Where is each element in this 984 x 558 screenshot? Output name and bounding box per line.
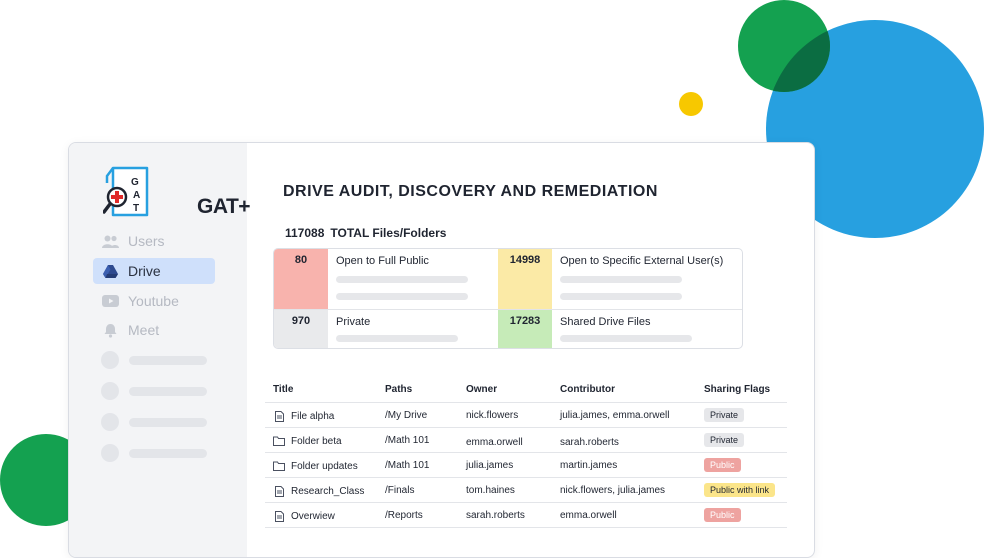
youtube-icon (101, 292, 119, 310)
column-header-title[interactable]: Title (273, 384, 293, 395)
decor-yellow-dot (679, 92, 703, 116)
placeholder-bar (560, 335, 692, 342)
stats-panel: 80 Open to Full Public 14998 Open to Spe… (273, 248, 743, 349)
file-icon (273, 410, 285, 422)
sidebar-item-users[interactable]: Users (93, 228, 215, 254)
column-header-contributor[interactable]: Contributor (560, 384, 615, 395)
row-contributor: sarah.roberts (560, 437, 619, 448)
sidebar-item-label: Meet (128, 322, 160, 338)
stat-shared-drive[interactable]: 17283 Shared Drive Files (498, 310, 742, 348)
sidebar-item-label: Drive (128, 263, 161, 279)
row-owner: tom.haines (466, 485, 515, 496)
file-icon (273, 485, 285, 497)
sidebar-item-youtube[interactable]: Youtube (93, 288, 215, 314)
row-path: /Math 101 (385, 460, 430, 471)
gat-logo: G A T GAT+ (102, 165, 251, 219)
sidebar-placeholder (101, 413, 207, 431)
sidebar: G A T GAT+ Users Drive Youtube Meet (69, 143, 251, 557)
column-header-owner[interactable]: Owner (466, 384, 497, 395)
logo-letter-g: G (131, 177, 139, 188)
row-title: Folder updates (273, 460, 358, 472)
stat-value: 17283 (498, 310, 552, 348)
row-title: Research_Class (273, 485, 364, 497)
stat-value: 970 (274, 310, 328, 348)
sidebar-item-label: Users (128, 233, 165, 249)
main-content: DRIVE AUDIT, DISCOVERY AND REMEDIATION 1… (247, 143, 814, 557)
column-header-paths[interactable]: Paths (385, 384, 412, 395)
row-owner: nick.flowers (466, 410, 519, 421)
sharing-flag-badge: Private (704, 433, 745, 447)
folder-icon (273, 460, 285, 472)
file-icon (273, 510, 285, 522)
users-icon (101, 232, 119, 250)
table-row[interactable]: Research_Class /Finals tom.haines nick.f… (265, 477, 787, 502)
column-header-sharing-flags[interactable]: Sharing Flags (704, 384, 770, 395)
row-contributor: emma.orwell (560, 510, 617, 521)
logo-letter-a: A (133, 190, 140, 201)
drive-icon (101, 262, 119, 280)
stat-private[interactable]: 970 Private (274, 310, 498, 348)
total-label: TOTAL Files/Folders (330, 226, 447, 240)
sidebar-placeholder (101, 382, 207, 400)
stat-value: 80 (274, 249, 328, 309)
row-title: Overwiew (273, 510, 335, 522)
row-owner: sarah.roberts (466, 510, 525, 521)
table-row[interactable]: Overwiew /Reports sarah.roberts emma.orw… (265, 502, 787, 527)
table-row[interactable]: Folder beta /Math 101 emma.orwell sarah.… (265, 427, 787, 452)
stat-open-external[interactable]: 14998 Open to Specific External User(s) (498, 249, 742, 309)
stat-label: Private (336, 316, 371, 328)
stat-value: 14998 (498, 249, 552, 309)
app-window: G A T GAT+ Users Drive Youtube Meet DRIV… (68, 142, 815, 558)
row-path: /Reports (385, 510, 423, 521)
row-contributor: nick.flowers, julia.james (560, 485, 666, 496)
row-title: Folder beta (273, 435, 342, 447)
table-bottom-border (265, 527, 787, 528)
row-contributor: julia.james, emma.orwell (560, 410, 670, 421)
placeholder-bar (560, 276, 682, 283)
total-count: 117088 (285, 226, 325, 240)
row-path: /Math 101 (385, 435, 430, 446)
stat-label: Shared Drive Files (560, 316, 651, 328)
sidebar-placeholder (101, 444, 207, 462)
stat-label: Open to Full Public (336, 255, 429, 267)
sharing-flag-badge: Public with link (704, 483, 776, 497)
logo-letter-t: T (133, 203, 139, 214)
meet-icon (101, 321, 119, 339)
sharing-flag-badge: Private (704, 408, 745, 422)
sidebar-item-drive[interactable]: Drive (93, 258, 215, 284)
sidebar-item-meet[interactable]: Meet (93, 317, 215, 343)
gat-logo-icon: G A T (102, 166, 149, 217)
page-title: DRIVE AUDIT, DISCOVERY AND REMEDIATION (283, 183, 658, 200)
row-title: File alpha (273, 410, 334, 422)
sidebar-placeholder (101, 351, 207, 369)
table-row[interactable]: Folder updates /Math 101 julia.james mar… (265, 452, 787, 477)
stat-label: Open to Specific External User(s) (560, 255, 724, 267)
sharing-flag-badge: Public (704, 508, 741, 522)
total-summary: 117088 TOTAL Files/Folders (285, 226, 452, 240)
placeholder-bar (336, 293, 468, 300)
logo-text: GAT+ (197, 195, 251, 218)
placeholder-bar (336, 276, 468, 283)
placeholder-bar (336, 335, 458, 342)
row-owner: emma.orwell (466, 437, 523, 448)
row-owner: julia.james (466, 460, 514, 471)
table-row[interactable]: File alpha /My Drive nick.flowers julia.… (265, 402, 787, 427)
row-path: /Finals (385, 485, 415, 496)
stat-open-public[interactable]: 80 Open to Full Public (274, 249, 498, 309)
placeholder-bar (560, 293, 682, 300)
row-contributor: martin.james (560, 460, 618, 471)
folder-icon (273, 435, 285, 447)
sharing-flag-badge: Public (704, 458, 741, 472)
row-path: /My Drive (385, 410, 428, 421)
sidebar-item-label: Youtube (128, 293, 179, 309)
